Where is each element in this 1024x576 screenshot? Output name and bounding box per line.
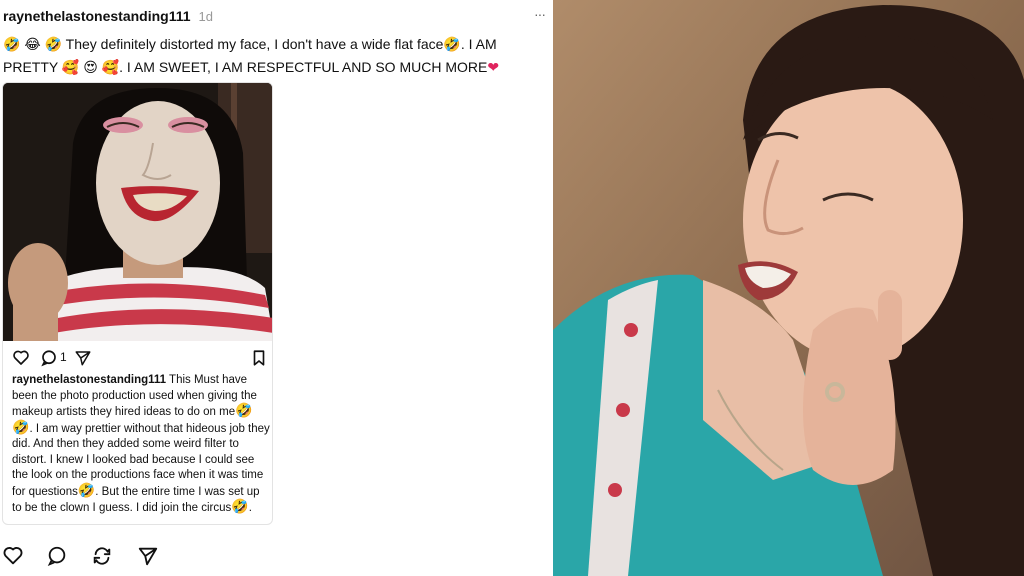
- more-options-icon[interactable]: ···: [534, 6, 546, 22]
- caption-text: .: [248, 502, 252, 514]
- post-header: raynethelastonestanding111 1d ···: [3, 6, 547, 26]
- laughing-emoji: 🤣: [235, 403, 253, 419]
- laughing-emoji: 🤣: [443, 37, 461, 53]
- smiling-hearts-emoji: 🥰: [101, 60, 120, 76]
- comment-icon[interactable]: [40, 349, 58, 367]
- comment-count: 1: [60, 350, 67, 364]
- laughing-emoji: 🤣: [12, 419, 30, 436]
- embedded-photo: [3, 83, 272, 341]
- post-text-part: . I AM: [460, 36, 497, 52]
- bookmark-icon[interactable]: [250, 349, 268, 367]
- laughing-emoji: 🤣: [44, 37, 63, 53]
- laughing-emoji: 🤣: [77, 482, 96, 499]
- repost-icon[interactable]: [91, 545, 113, 567]
- smiling-hearts-emoji: 🥰: [61, 60, 80, 76]
- caption-username[interactable]: raynethelastonestanding111: [12, 374, 166, 386]
- social-post: raynethelastonestanding111 1d ··· 🤣 😂 🤣 …: [0, 0, 553, 576]
- heart-icon[interactable]: [2, 545, 24, 567]
- masked-person-illustration: [3, 83, 272, 341]
- reaction-person-illustration: [553, 0, 1024, 576]
- reaction-photo: [553, 0, 1024, 576]
- share-icon[interactable]: [74, 349, 92, 367]
- post-username[interactable]: raynethelastonestanding111: [3, 8, 191, 24]
- embedded-actions: 1: [12, 349, 266, 367]
- heart-icon[interactable]: [12, 349, 30, 367]
- post-text-part: . I AM SWEET, I AM RESPECTFUL AND SO MUC…: [119, 59, 488, 75]
- heart-eyes-emoji: 😍: [83, 60, 98, 76]
- post-text-part: They definitely distorted my face, I don…: [65, 36, 444, 52]
- crying-laughing-emoji: 😂: [24, 37, 41, 53]
- laughing-emoji: 🤣: [3, 37, 21, 53]
- embedded-caption: raynethelastonestanding111 This Must hav…: [12, 373, 270, 517]
- share-icon[interactable]: [137, 545, 159, 567]
- post-timestamp: 1d: [198, 8, 213, 24]
- post-text: 🤣 😂 🤣 They definitely distorted my face,…: [3, 33, 551, 79]
- post-text-part: PRETTY: [3, 59, 58, 75]
- post-actions: [0, 545, 180, 567]
- red-heart-emoji: ❤: [487, 60, 500, 76]
- laughing-emoji: 🤣: [231, 499, 249, 515]
- embedded-post-card[interactable]: 1 raynethelastonestanding111 This Must h…: [2, 82, 273, 525]
- comment-icon[interactable]: [46, 545, 68, 567]
